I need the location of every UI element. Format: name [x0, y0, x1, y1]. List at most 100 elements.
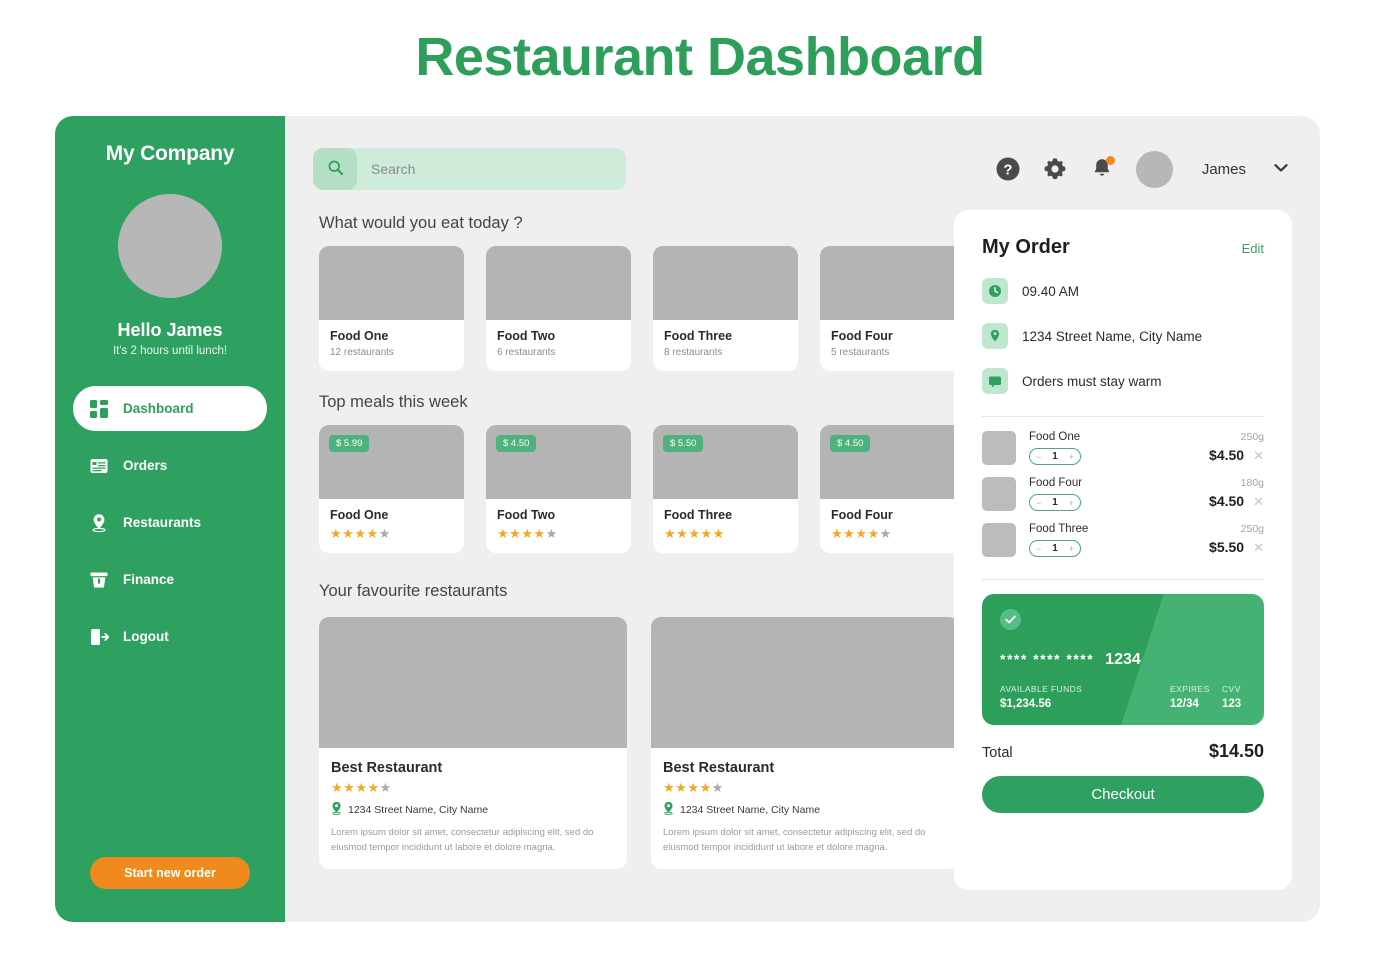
quantity-decrease-button[interactable]: −	[1036, 544, 1041, 554]
food-card[interactable]: Food Three 8 restaurants	[653, 246, 798, 371]
remove-item-icon[interactable]: ✕	[1253, 541, 1264, 554]
start-new-order-button[interactable]: Start new order	[90, 857, 250, 889]
food-restaurant-count: 12 restaurants	[330, 347, 394, 358]
expires-label: EXPIRES	[1170, 684, 1210, 694]
order-title: My Order	[982, 236, 1070, 258]
order-item-name: Food One	[1029, 431, 1081, 443]
expires-value: 12/34	[1170, 698, 1199, 710]
meal-thumbnail: $ 5.99	[319, 425, 464, 499]
meal-name: Food Three	[664, 508, 733, 522]
quantity-decrease-button[interactable]: −	[1036, 498, 1041, 508]
cvv-value: 123	[1222, 698, 1242, 710]
quantity-stepper[interactable]: − 1 +	[1029, 540, 1081, 557]
clock-icon	[982, 278, 1008, 304]
sidebar: My Company Hello James It's 2 hours unti…	[55, 116, 285, 922]
sidebar-item-logout[interactable]: Logout	[73, 614, 267, 659]
order-header: My Order Edit	[982, 236, 1264, 259]
food-thumbnail	[820, 246, 965, 320]
payment-card[interactable]: **** **** **** 1234 AVAILABLE FUNDS $1,2…	[982, 594, 1264, 725]
order-divider	[982, 416, 1264, 417]
chevron-down-icon[interactable]	[1274, 160, 1288, 178]
meal-card[interactable]: $ 5.50 Food Three ★★★★★	[653, 425, 798, 553]
sidebar-nav: Dashboard Orders Restaurants Finance Log…	[55, 386, 285, 659]
quantity-stepper[interactable]: − 1 +	[1029, 448, 1081, 465]
sidebar-item-label: Dashboard	[123, 401, 194, 416]
total-value: $14.50	[1208, 741, 1264, 761]
greeting-subtitle: It's 2 hours until lunch!	[112, 345, 228, 357]
restaurant-name: Best Restaurant	[663, 760, 775, 776]
food-name: Food One	[330, 329, 389, 343]
help-icon[interactable]: ?	[995, 156, 1021, 182]
order-edit-button[interactable]: Edit	[1242, 241, 1264, 256]
remove-item-icon[interactable]: ✕	[1253, 449, 1264, 462]
food-restaurant-count: 5 restaurants	[831, 347, 890, 358]
order-address: 1234 Street Name, City Name	[1022, 328, 1203, 344]
sidebar-item-finance[interactable]: Finance	[73, 557, 267, 602]
order-item-price: $5.50	[1209, 539, 1245, 555]
quantity-decrease-button[interactable]: −	[1036, 452, 1041, 462]
food-card[interactable]: Food One 12 restaurants	[319, 246, 464, 371]
quantity-value: 1	[1052, 497, 1058, 508]
food-card[interactable]: Food Two 6 restaurants	[486, 246, 631, 371]
meal-thumbnail: $ 4.50	[486, 425, 631, 499]
gear-icon[interactable]	[1042, 156, 1068, 182]
topbar: ? James	[313, 146, 1292, 192]
order-note: Orders must stay warm	[1022, 373, 1162, 389]
card-fields: AVAILABLE FUNDS $1,234.56 EXPIRES 12/34 …	[1000, 684, 1246, 710]
restaurant-name: Best Restaurant	[331, 760, 443, 776]
restaurant-card[interactable]: Best Restaurant ★★★★★ 1234 Street Name, …	[651, 617, 959, 870]
order-item-weight: 250g	[1240, 523, 1264, 535]
sidebar-item-orders[interactable]: Orders	[73, 443, 267, 488]
location-icon	[663, 801, 674, 818]
meal-name: Food Two	[497, 508, 556, 522]
meal-rating: ★★★★★	[664, 526, 725, 541]
sidebar-item-label: Finance	[123, 572, 175, 587]
search-button[interactable]	[313, 148, 357, 190]
restaurant-description: Lorem ipsum dolor sit amet, consectetur …	[663, 827, 926, 853]
order-meta-address: 1234 Street Name, City Name	[982, 323, 1264, 349]
sidebar-item-restaurants[interactable]: Restaurants	[73, 500, 267, 545]
quantity-increase-button[interactable]: +	[1069, 452, 1074, 462]
card-number-row: **** **** **** 1234	[1000, 651, 1246, 669]
meal-card[interactable]: $ 5.99 Food One ★★★★★	[319, 425, 464, 553]
company-name: My Company	[105, 142, 235, 165]
restaurant-card[interactable]: Best Restaurant ★★★★★ 1234 Street Name, …	[319, 617, 627, 870]
search-bar	[313, 148, 626, 190]
restaurant-address: 1234 Street Name, City Name	[348, 803, 489, 816]
app-shell: My Company Hello James It's 2 hours unti…	[55, 116, 1320, 922]
avatar[interactable]	[1135, 150, 1173, 188]
search-icon	[327, 159, 344, 179]
bell-icon[interactable]	[1089, 156, 1115, 182]
food-thumbnail	[653, 246, 798, 320]
meal-card[interactable]: $ 4.50 Food Four ★★★★★	[820, 425, 965, 553]
quantity-value: 1	[1052, 543, 1058, 554]
quantity-increase-button[interactable]: +	[1069, 544, 1074, 554]
remove-item-icon[interactable]: ✕	[1253, 495, 1264, 508]
food-card[interactable]: Food Four 5 restaurants	[820, 246, 965, 371]
restaurant-rating: ★★★★★	[663, 780, 724, 795]
meal-price-badge: $ 4.50	[830, 435, 871, 452]
order-item-row: Food Three − 1 + 250g $5.50 ✕	[982, 523, 1264, 557]
quantity-stepper[interactable]: − 1 +	[1029, 494, 1081, 511]
location-icon	[331, 801, 342, 818]
food-name: Food Four	[831, 329, 893, 343]
restaurant-rating: ★★★★★	[331, 780, 392, 795]
bank-icon	[89, 570, 109, 590]
food-thumbnail	[319, 246, 464, 320]
order-item-name: Food Three	[1029, 523, 1089, 535]
order-meta-note: Orders must stay warm	[982, 368, 1264, 394]
notification-badge	[1105, 156, 1115, 165]
meal-card[interactable]: $ 4.50 Food Two ★★★★★	[486, 425, 631, 553]
sidebar-item-dashboard[interactable]: Dashboard	[73, 386, 267, 431]
search-input[interactable]	[357, 161, 626, 177]
order-item-row: Food One − 1 + 250g $4.50 ✕	[982, 431, 1264, 465]
meal-price-badge: $ 5.99	[329, 435, 370, 452]
quantity-increase-button[interactable]: +	[1069, 498, 1074, 508]
meal-rating: ★★★★★	[330, 526, 391, 541]
restaurant-address: 1234 Street Name, City Name	[680, 803, 821, 816]
sidebar-item-label: Logout	[123, 629, 169, 644]
meal-name: Food Four	[831, 508, 893, 522]
meal-name: Food One	[330, 508, 389, 522]
checkout-button[interactable]: Checkout	[982, 776, 1264, 813]
sidebar-item-label: Restaurants	[123, 515, 202, 530]
